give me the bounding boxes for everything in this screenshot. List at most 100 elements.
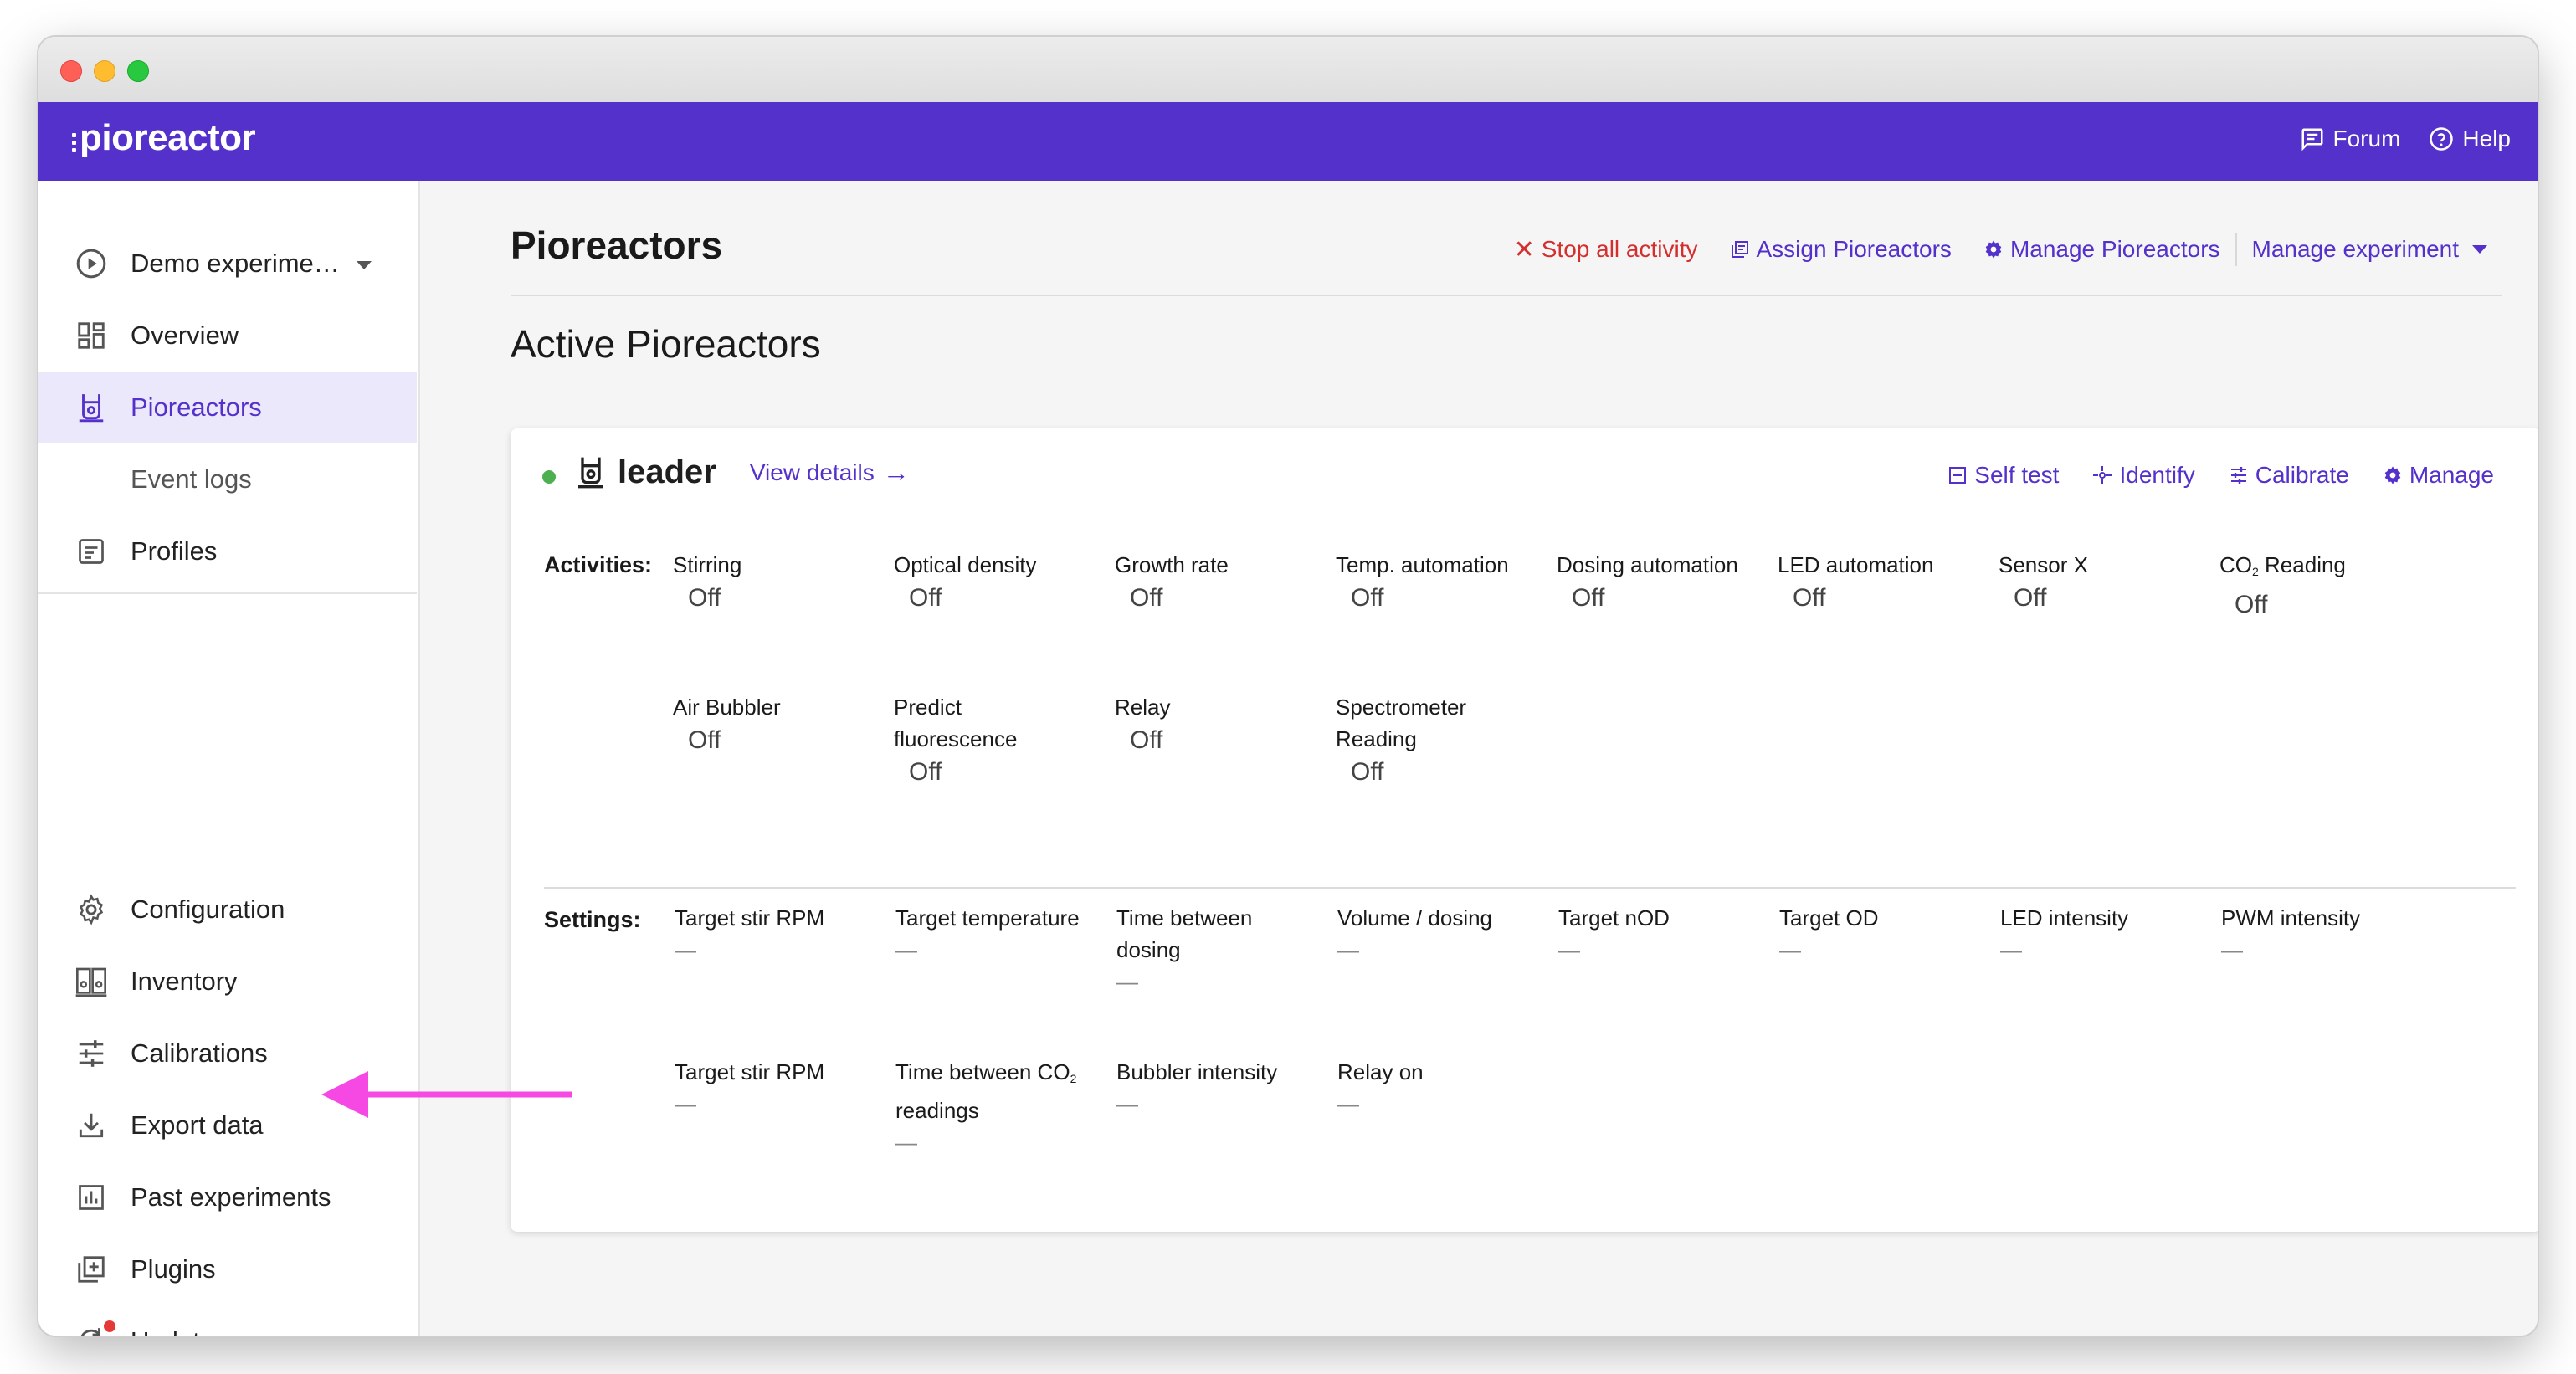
manage-label: Manage Pioreactors bbox=[2009, 236, 2220, 262]
section-title: Active Pioreactors bbox=[511, 322, 821, 366]
activity-state: Off bbox=[688, 584, 721, 612]
self-test-button[interactable]: Self test bbox=[1947, 462, 2059, 489]
chevron-down-icon bbox=[357, 261, 372, 269]
setting-name: LED intensity bbox=[2000, 905, 2129, 931]
sidebar-divider bbox=[38, 592, 417, 594]
assign-icon bbox=[1731, 241, 1748, 258]
activity-temp-automation[interactable]: Temp. automation Off bbox=[1336, 549, 1545, 614]
activity-relay[interactable]: Relay Off bbox=[1115, 691, 1324, 756]
activity-name: Optical density bbox=[894, 552, 1037, 577]
activity-name: Sensor X bbox=[1999, 552, 2088, 577]
sidebar-item-label: Overview bbox=[131, 320, 239, 350]
setting-value: — bbox=[895, 937, 917, 962]
pioreactor-icon bbox=[578, 457, 603, 488]
activity-state: Off bbox=[1572, 584, 1605, 612]
sidebar-item-overview[interactable]: Overview bbox=[38, 300, 417, 372]
close-window-button[interactable] bbox=[60, 60, 82, 82]
setting-relay-on[interactable]: Relay on — bbox=[1337, 1056, 1547, 1120]
calibrate-button[interactable]: Calibrate bbox=[2229, 462, 2349, 489]
manage-button[interactable]: Manage bbox=[2383, 462, 2494, 489]
download-icon bbox=[74, 1108, 109, 1143]
annotation-arrow-icon bbox=[321, 1071, 572, 1118]
setting-name: PWM intensity bbox=[2221, 905, 2361, 931]
activity-co2-reading[interactable]: CO2 Reading Off bbox=[2219, 549, 2429, 621]
assign-pioreactors-button[interactable]: Assign Pioreactors bbox=[1730, 236, 1952, 263]
setting-bubbler-intensity[interactable]: Bubbler intensity — bbox=[1116, 1056, 1326, 1120]
plugin-icon bbox=[74, 1252, 109, 1287]
activity-growth-rate[interactable]: Growth rate Off bbox=[1115, 549, 1324, 614]
experiment-selector[interactable]: Demo experime… bbox=[38, 228, 417, 300]
activity-stirring[interactable]: Stirring Off bbox=[673, 549, 882, 614]
experiment-name: Demo experime… bbox=[131, 249, 340, 278]
view-details-label: View details bbox=[749, 459, 875, 485]
sidebar-item-updates[interactable]: Updates bbox=[38, 1305, 417, 1336]
activity-state: Off bbox=[1351, 758, 1384, 786]
setting-pwm-intensity[interactable]: PWM intensity — bbox=[2221, 902, 2430, 966]
setting-target-stir-rpm-2[interactable]: Target stir RPM — bbox=[675, 1056, 884, 1120]
sidebar-item-inventory[interactable]: Inventory bbox=[38, 946, 417, 1018]
setting-value: — bbox=[895, 1130, 917, 1155]
activity-sensor-x[interactable]: Sensor X Off bbox=[1999, 549, 2208, 614]
manage-label: Manage bbox=[2409, 462, 2494, 488]
setting-volume-dosing[interactable]: Volume / dosing — bbox=[1337, 902, 1547, 966]
assign-label: Assign Pioreactors bbox=[1756, 236, 1952, 262]
activity-dosing-automation[interactable]: Dosing automation Off bbox=[1557, 549, 1766, 614]
activity-state: Off bbox=[1130, 584, 1163, 612]
setting-value: — bbox=[1116, 1091, 1138, 1116]
setting-value: — bbox=[1779, 937, 1801, 962]
activity-predict-fluorescence[interactable]: Predict fluorescence Off bbox=[894, 691, 1061, 788]
activity-spectrometer-reading[interactable]: Spectrometer Reading Off bbox=[1336, 691, 1503, 788]
close-icon: ✕ bbox=[1513, 235, 1535, 264]
pioreactor-logo[interactable]: pioreactor bbox=[72, 117, 256, 159]
sidebar: Demo experime… Overview Pioreactors Even… bbox=[38, 181, 420, 1336]
arrow-right-icon: → bbox=[882, 457, 910, 487]
sidebar-item-configuration[interactable]: Configuration bbox=[38, 874, 417, 946]
view-details-link[interactable]: View details → bbox=[750, 457, 910, 488]
setting-target-od[interactable]: Target OD — bbox=[1779, 902, 1988, 966]
sidebar-item-label: Event logs bbox=[131, 464, 252, 494]
page-title: Pioreactors bbox=[511, 223, 723, 267]
setting-time-between-co2-readings[interactable]: Time between CO2 readings — bbox=[895, 1056, 1105, 1158]
help-link[interactable]: Help bbox=[2429, 126, 2511, 152]
setting-time-between-dosing[interactable]: Time between dosing — bbox=[1116, 902, 1284, 997]
stop-all-activity-button[interactable]: ✕ Stop all activity bbox=[1514, 235, 1698, 264]
sidebar-item-past-experiments[interactable]: Past experiments bbox=[38, 1161, 417, 1233]
manage-experiment-menu[interactable]: Manage experiment bbox=[2252, 236, 2487, 263]
tune-icon bbox=[2230, 467, 2246, 484]
forum-label: Forum bbox=[2332, 126, 2401, 151]
sidebar-item-label: Configuration bbox=[131, 895, 285, 924]
activity-name: Dosing automation bbox=[1557, 552, 1738, 577]
zoom-window-button[interactable] bbox=[127, 60, 149, 82]
activity-name: Relay bbox=[1115, 695, 1171, 720]
activity-name: Air Bubbler bbox=[673, 695, 781, 720]
setting-target-stir-rpm[interactable]: Target stir RPM — bbox=[675, 902, 884, 966]
sidebar-item-label: Export data bbox=[131, 1110, 264, 1140]
profile-icon bbox=[74, 534, 109, 569]
setting-target-nod[interactable]: Target nOD — bbox=[1558, 902, 1768, 966]
identify-label: Identify bbox=[2119, 462, 2195, 488]
setting-name: Volume / dosing bbox=[1337, 905, 1493, 931]
sidebar-item-profiles[interactable]: Profiles bbox=[38, 515, 417, 587]
sidebar-item-event-logs[interactable]: Event logs bbox=[38, 443, 417, 515]
setting-led-intensity[interactable]: LED intensity — bbox=[2000, 902, 2209, 966]
activity-air-bubbler[interactable]: Air Bubbler Off bbox=[673, 691, 882, 756]
setting-name: Target nOD bbox=[1558, 905, 1670, 931]
app-window: pioreactor Forum Help Demo experime… Ove… bbox=[38, 37, 2538, 1336]
identify-button[interactable]: Identify bbox=[2092, 462, 2195, 489]
page-actions: ✕ Stop all activity Assign Pioreactors M… bbox=[1482, 233, 2487, 266]
setting-target-temperature[interactable]: Target temperature — bbox=[895, 902, 1105, 966]
dashboard-icon bbox=[74, 318, 109, 353]
sidebar-item-label: Profiles bbox=[131, 536, 218, 566]
forum-link[interactable]: Forum bbox=[2300, 126, 2401, 152]
app-header: pioreactor Forum Help bbox=[38, 102, 2538, 181]
setting-value: — bbox=[1337, 1091, 1359, 1116]
sidebar-item-pioreactors[interactable]: Pioreactors bbox=[38, 372, 417, 443]
setting-name: Target stir RPM bbox=[675, 905, 825, 931]
activity-state: Off bbox=[2014, 584, 2047, 612]
manage-pioreactors-button[interactable]: Manage Pioreactors bbox=[1983, 236, 2220, 263]
minimize-window-button[interactable] bbox=[94, 60, 115, 82]
activity-optical-density[interactable]: Optical density Off bbox=[894, 549, 1103, 614]
activity-name: Temp. automation bbox=[1336, 552, 1509, 577]
activity-led-automation[interactable]: LED automation Off bbox=[1778, 549, 1987, 614]
sidebar-item-plugins[interactable]: Plugins bbox=[38, 1233, 417, 1305]
